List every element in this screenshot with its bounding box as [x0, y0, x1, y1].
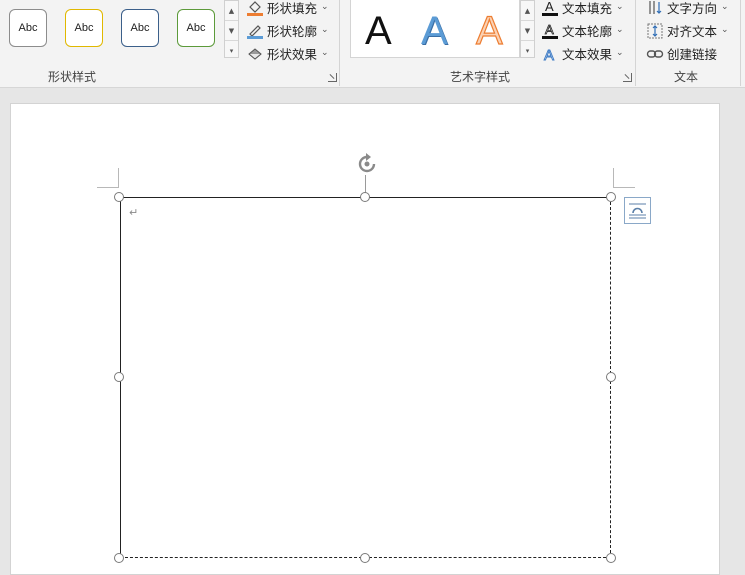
wordart-gallery-scroll: ▲ ▼ ▾: [520, 0, 535, 58]
chevron-down-icon: ⌄: [321, 2, 329, 12]
gallery-more-button[interactable]: ▾: [225, 41, 238, 61]
shape-effects-icon: [246, 45, 264, 61]
shape-styles-group-label: 形状样式: [47, 70, 96, 84]
paint-bucket-icon: [246, 0, 264, 16]
gallery-more-button[interactable]: ▾: [521, 41, 534, 61]
shape-style-preset-3[interactable]: Abc: [121, 9, 159, 47]
text-outline-icon: A: [541, 22, 559, 39]
rotate-handle-connector: [365, 175, 366, 193]
text-direction-button[interactable]: 文字方向 ⌄: [646, 0, 729, 17]
gallery-scroll-up-button[interactable]: ▲: [521, 1, 534, 21]
group-divider: [339, 0, 340, 86]
wordart-dialog-launcher-icon[interactable]: [623, 73, 632, 82]
text-fill-icon: A: [541, 0, 559, 16]
shape-effects-button[interactable]: 形状效果 ⌄: [246, 43, 329, 63]
wordart-style-blue[interactable]: A: [421, 8, 448, 54]
resize-handle-bottom-left[interactable]: [114, 553, 124, 563]
chevron-down-icon: ⌄: [321, 48, 329, 58]
shape-style-gallery-scroll: ▲ ▼ ▾: [224, 0, 239, 58]
resize-handle-middle-right[interactable]: [606, 372, 616, 382]
shape-style-preset-1[interactable]: Abc: [9, 9, 47, 47]
rotate-handle-icon[interactable]: [354, 151, 380, 177]
text-fill-label: 文本填充: [562, 0, 613, 16]
wordart-styles-group-label: 艺术字样式: [449, 70, 510, 84]
gallery-scroll-up-button[interactable]: ▲: [225, 1, 238, 21]
text-effects-label: 文本效果: [562, 46, 613, 62]
selected-text-box[interactable]: [120, 197, 611, 558]
shape-styles-dialog-launcher-icon[interactable]: [328, 73, 337, 82]
pencil-icon: [246, 22, 264, 39]
shape-outline-button[interactable]: 形状轮廓 ⌄: [246, 20, 329, 40]
shape-style-preset-label: Abc: [74, 22, 94, 34]
shape-style-preset-label: Abc: [130, 22, 150, 34]
resize-handle-top-right[interactable]: [606, 192, 616, 202]
resize-handle-top-left[interactable]: [114, 192, 124, 202]
align-text-icon: [646, 22, 664, 39]
shape-style-preset-label: Abc: [186, 22, 206, 34]
text-fill-button[interactable]: A 文本填充 ⌄: [541, 0, 624, 17]
shape-fill-button[interactable]: 形状填充 ⌄: [246, 0, 329, 17]
margin-corner-mark-left-vertical: [118, 168, 119, 187]
align-text-button[interactable]: 对齐文本 ⌄: [646, 20, 729, 40]
link-icon: [646, 45, 664, 61]
ribbon: Abc Abc Abc Abc ▲ ▼ ▾ 形状填充 ⌄ 形状轮廓 ⌄ 形状效果…: [0, 0, 745, 88]
shape-style-preset-4[interactable]: Abc: [177, 9, 215, 47]
shape-fill-label: 形状填充: [267, 0, 318, 16]
text-direction-icon: [646, 0, 664, 15]
shape-style-preset-2[interactable]: Abc: [65, 9, 103, 47]
gallery-scroll-down-button[interactable]: ▼: [521, 21, 534, 41]
group-divider: [635, 0, 636, 86]
wordart-gallery: A A A: [350, 0, 520, 58]
resize-handle-bottom-center[interactable]: [360, 553, 370, 563]
chevron-down-icon: ⌄: [616, 2, 624, 12]
text-effects-button[interactable]: A 文本效果 ⌄: [541, 43, 624, 65]
text-group-label: 文本: [673, 70, 698, 84]
text-effects-icon: A: [541, 45, 559, 65]
create-link-button[interactable]: 创建链接: [646, 43, 717, 63]
text-direction-label: 文字方向: [667, 0, 718, 16]
chevron-down-icon: ⌄: [616, 25, 624, 35]
resize-handle-top-center[interactable]: [360, 192, 370, 202]
layout-options-button[interactable]: [624, 197, 651, 224]
resize-handle-middle-left[interactable]: [114, 372, 124, 382]
text-outline-button[interactable]: A 文本轮廓 ⌄: [541, 20, 624, 40]
margin-corner-mark-right-vertical: [613, 168, 614, 187]
chevron-down-icon: ⌄: [321, 25, 329, 35]
shape-outline-label: 形状轮廓: [267, 23, 318, 39]
margin-corner-mark-right-horizontal: [613, 187, 635, 188]
wordart-style-black[interactable]: A: [365, 8, 392, 54]
margin-corner-mark-left-horizontal: [97, 187, 119, 188]
chevron-down-icon: ⌄: [721, 2, 729, 12]
svg-text:A: A: [545, 22, 554, 37]
resize-handle-bottom-right[interactable]: [606, 553, 616, 563]
group-divider: [740, 0, 741, 86]
wordart-style-orange-outline[interactable]: A: [475, 8, 503, 54]
svg-text:A: A: [544, 47, 554, 63]
layout-options-icon: [629, 203, 646, 219]
shape-effects-label: 形状效果: [267, 46, 318, 62]
gallery-scroll-down-button[interactable]: ▼: [225, 21, 238, 41]
align-text-label: 对齐文本: [667, 23, 718, 39]
chevron-down-icon: ⌄: [616, 48, 624, 58]
shape-style-preset-label: Abc: [18, 22, 38, 34]
create-link-label: 创建链接: [667, 46, 718, 62]
chevron-down-icon: ⌄: [721, 25, 729, 35]
paragraph-mark: ↵: [129, 206, 139, 219]
text-outline-label: 文本轮廓: [562, 23, 613, 39]
svg-text:A: A: [545, 0, 554, 14]
